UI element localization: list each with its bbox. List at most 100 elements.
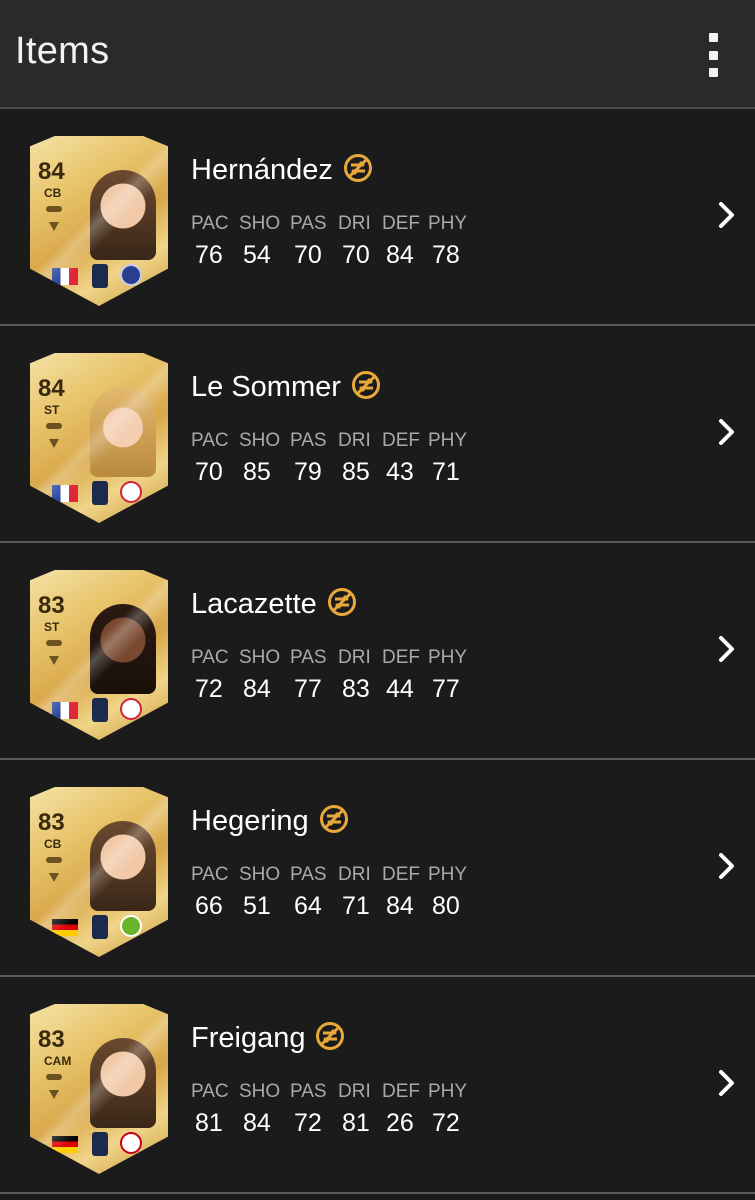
stat-dri: DRI 81 — [338, 1081, 382, 1138]
stat-label: DRI — [338, 430, 371, 451]
stat-sho: SHO 54 — [239, 213, 290, 270]
player-name-text: Le Sommer — [191, 371, 341, 403]
stat-sho: SHO 51 — [239, 864, 290, 921]
card-rating: 83 — [38, 1026, 65, 1053]
player-name: Hegering — [191, 804, 349, 838]
stat-value: 26 — [386, 1109, 414, 1137]
frauen-bundesliga-badge — [92, 1132, 108, 1156]
chevron-right-icon[interactable] — [717, 1069, 737, 1097]
chemistry-icon — [49, 656, 59, 665]
stat-dri: DRI 83 — [338, 647, 382, 704]
stat-label: DEF — [382, 213, 420, 234]
stat-pac: PAC 76 — [191, 213, 239, 270]
card-rating: 84 — [38, 158, 65, 185]
stat-dri: DRI 85 — [338, 430, 382, 487]
card-position: CAM — [44, 1054, 72, 1068]
list-item[interactable]: 83 CAM Freigang PAC 81 SHO 84 PAS 72 DRI 81 … — [0, 977, 755, 1194]
list-item[interactable]: 83 CB Hegering PAC 66 SHO 51 PAS 64 DRI 71 D… — [0, 760, 755, 977]
stat-sho: SHO 85 — [239, 430, 290, 487]
stat-label: PAC — [191, 1081, 229, 1102]
stat-label: PAS — [290, 864, 327, 885]
germany-flag — [52, 919, 78, 936]
player-photo — [90, 170, 156, 260]
stat-value: 72 — [432, 1109, 460, 1137]
stat-pac: PAC 81 — [191, 1081, 239, 1138]
stat-def: DEF 84 — [382, 864, 428, 921]
stat-value: 78 — [432, 241, 460, 269]
chemistry-icon — [49, 1090, 59, 1099]
chevron-right-icon[interactable] — [717, 418, 737, 446]
stats-block: PAC 76 SHO 54 PAS 70 DRI 70 DEF 84 PHY 78 — [191, 213, 478, 270]
list-item[interactable]: 84 ST Le Sommer PAC 70 SHO 85 PAS 79 DRI 85 … — [0, 326, 755, 543]
player-card: 83 CB — [30, 787, 168, 957]
stat-sho: SHO 84 — [239, 647, 290, 704]
chevron-right-icon[interactable] — [717, 852, 737, 880]
untradeable-icon — [319, 805, 348, 833]
more-vert-icon[interactable] — [701, 33, 725, 77]
card-position: ST — [44, 403, 60, 417]
stat-sho: SHO 84 — [239, 1081, 290, 1138]
stat-value: 70 — [294, 241, 322, 269]
boot-icon — [46, 1074, 62, 1080]
stat-label: SHO — [239, 430, 281, 451]
stat-phy: PHY 72 — [428, 1081, 478, 1138]
stat-dri: DRI 71 — [338, 864, 382, 921]
stats-block: PAC 81 SHO 84 PAS 72 DRI 81 DEF 26 PHY 72 — [191, 1081, 478, 1138]
list-item[interactable]: 83 ST Lacazette PAC 72 SHO 84 PAS 77 DRI 83 … — [0, 543, 755, 760]
stat-def: DEF 43 — [382, 430, 428, 487]
player-card: 84 CB — [30, 136, 168, 306]
chevron-right-icon[interactable] — [717, 201, 737, 229]
stat-dri: DRI 70 — [338, 213, 382, 270]
stat-value: 51 — [243, 892, 271, 920]
stat-pas: PAS 70 — [290, 213, 338, 270]
stat-phy: PHY 71 — [428, 430, 478, 487]
stat-label: PAS — [290, 1081, 327, 1102]
stats-block: PAC 66 SHO 51 PAS 64 DRI 71 DEF 84 PHY 80 — [191, 864, 478, 921]
items-list: 84 CB Hernández PAC 76 SHO 54 PAS 70 DRI 70 … — [0, 109, 755, 1194]
stat-label: PAS — [290, 213, 327, 234]
stat-value: 84 — [386, 892, 414, 920]
stat-pas: PAS 77 — [290, 647, 338, 704]
ligue-1-badge — [92, 698, 108, 722]
stat-value: 77 — [294, 675, 322, 703]
player-photo — [90, 387, 156, 477]
stat-value: 80 — [432, 892, 460, 920]
d1-arkema-badge — [92, 481, 108, 505]
frauen-bundesliga-badge — [92, 915, 108, 939]
stat-value: 85 — [342, 458, 370, 486]
stat-value: 72 — [195, 675, 223, 703]
player-name-text: Hegering — [191, 805, 309, 837]
boot-icon — [46, 640, 62, 646]
stat-label: DEF — [382, 430, 420, 451]
stat-value: 54 — [243, 241, 271, 269]
chemistry-icon — [49, 873, 59, 882]
stat-value: 76 — [195, 241, 223, 269]
stat-def: DEF 84 — [382, 213, 428, 270]
untradeable-icon — [351, 371, 380, 399]
stat-label: PHY — [428, 864, 468, 885]
untradeable-icon — [327, 588, 356, 616]
player-photo — [90, 821, 156, 911]
stat-value: 79 — [294, 458, 322, 486]
list-item[interactable]: 84 CB Hernández PAC 76 SHO 54 PAS 70 DRI 70 … — [0, 109, 755, 326]
stat-pas: PAS 64 — [290, 864, 338, 921]
boot-icon — [46, 857, 62, 863]
stat-value: 83 — [342, 675, 370, 703]
stat-phy: PHY 78 — [428, 213, 478, 270]
stat-value: 71 — [432, 458, 460, 486]
app-bar: Items — [0, 0, 755, 109]
ligue-1-badge — [92, 264, 108, 288]
frankfurt-badge — [120, 1132, 142, 1154]
chevron-right-icon[interactable] — [717, 635, 737, 663]
stat-label: SHO — [239, 864, 281, 885]
lyon-badge — [120, 481, 142, 503]
stat-value: 70 — [342, 241, 370, 269]
stat-value: 66 — [195, 892, 223, 920]
player-photo — [90, 604, 156, 694]
stat-value: 64 — [294, 892, 322, 920]
stat-label: DEF — [382, 1081, 420, 1102]
stat-label: SHO — [239, 647, 281, 668]
stat-value: 84 — [243, 675, 271, 703]
stat-label: PHY — [428, 213, 468, 234]
player-name-text: Hernández — [191, 154, 333, 186]
